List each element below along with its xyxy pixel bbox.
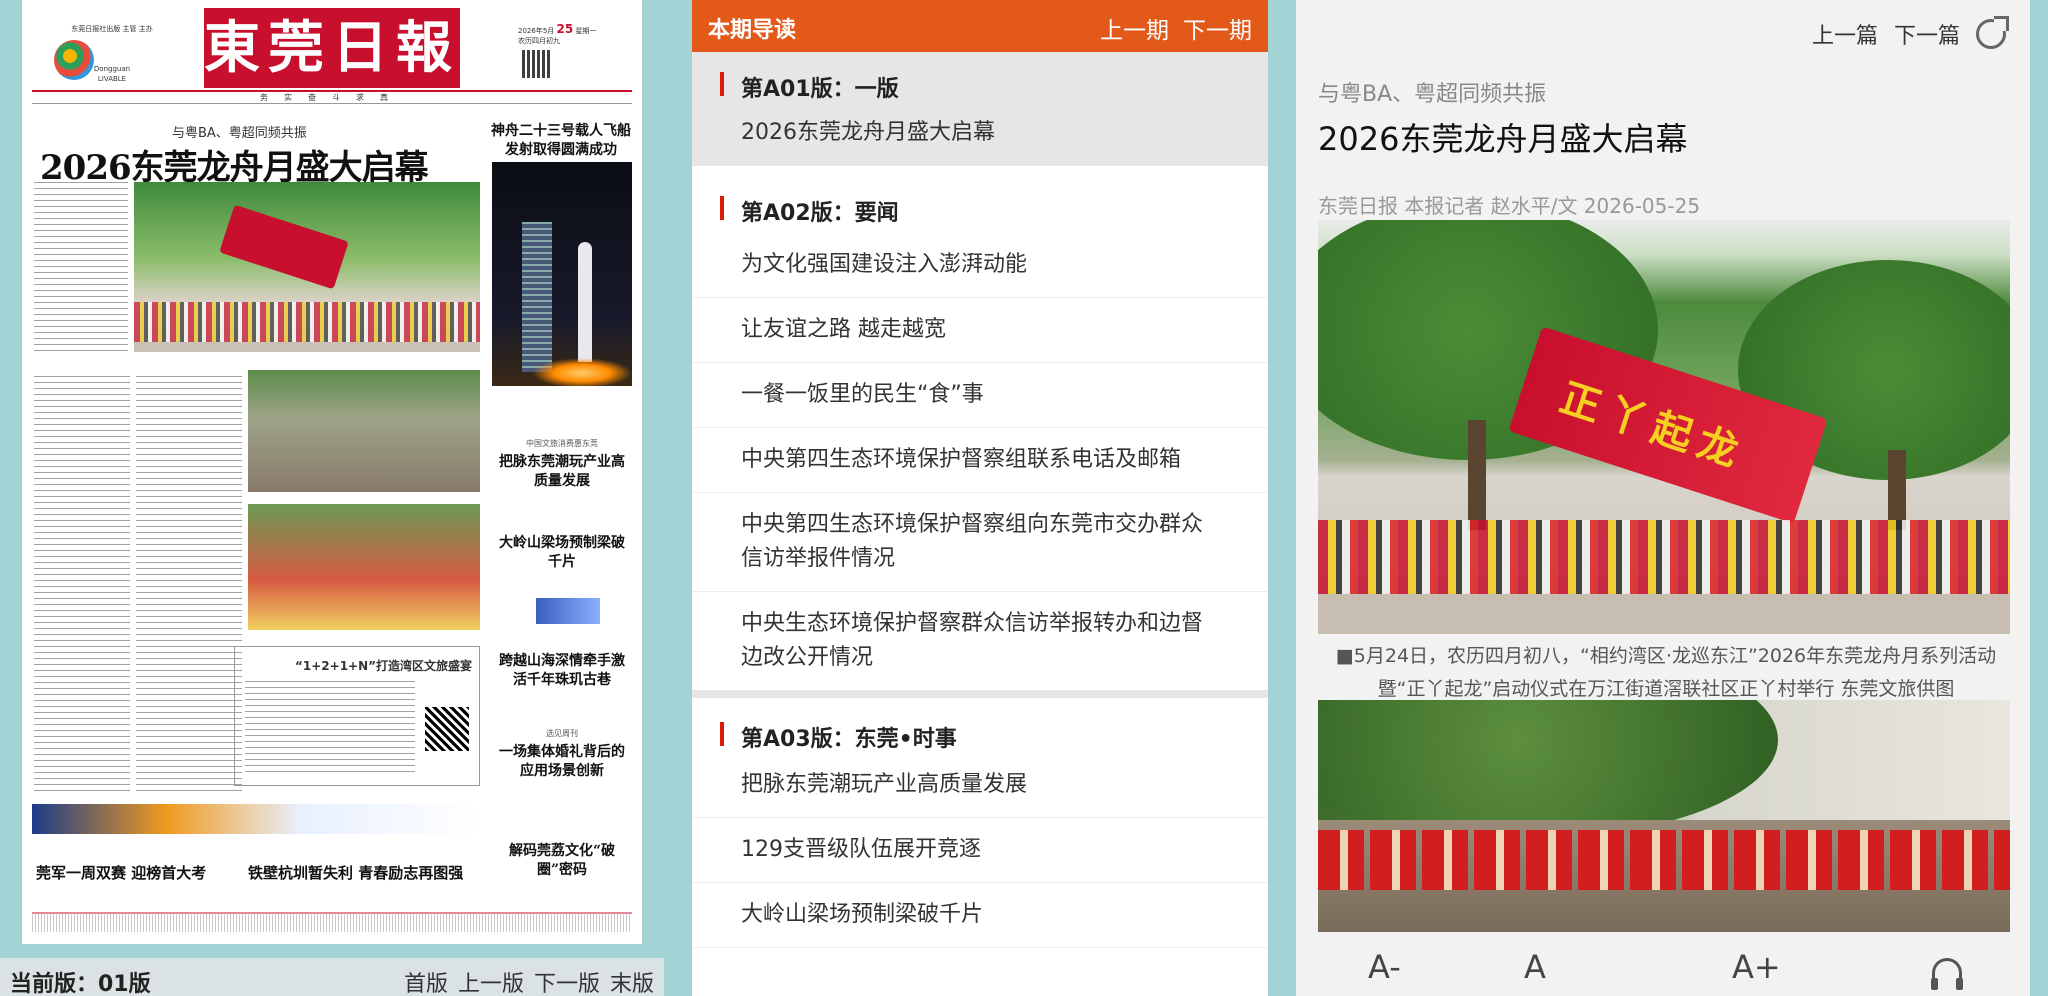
newspaper-logo: 東莞日報 bbox=[204, 8, 460, 88]
toc-article-item[interactable]: 大岭山梁场预制梁破千片 bbox=[692, 883, 1268, 948]
article-nav: 上一篇 下一篇 bbox=[1812, 16, 2009, 50]
right-item-title: 把脉东莞潮玩产业高质量发展 bbox=[499, 454, 625, 489]
toc-section-title: 第A02版：要闻 bbox=[741, 201, 899, 226]
next-article-link[interactable]: 下一篇 bbox=[1894, 18, 1960, 50]
toc-article-item[interactable]: 2026东莞龙舟月盛大启幕 bbox=[692, 116, 1268, 166]
section-divider bbox=[692, 690, 1268, 698]
sports-banner-image[interactable] bbox=[32, 804, 480, 834]
box-text bbox=[245, 681, 415, 777]
toc-header: 本期导读 上一期 下一期 bbox=[692, 0, 1268, 52]
right-column-item[interactable]: 选见周刊 一场集体婚礼背后的应用场景创新 bbox=[494, 724, 630, 781]
default-font-button[interactable]: A bbox=[1524, 948, 1546, 986]
photo-caption: ■5月24日，农历四月初八，“相约湾区·龙巡东江”2026年东莞龙舟月系列活动暨… bbox=[1335, 645, 1997, 700]
next-page-link[interactable]: 下一版 bbox=[534, 966, 600, 996]
article-meta: 东莞日报 本报记者 赵水平/文 2026-05-25 bbox=[1318, 194, 1701, 218]
body-text-block bbox=[34, 182, 128, 352]
newspaper-masthead: 东莞日报社出版 主管 主办 Dongguan LIVABLE 東莞日報 2026… bbox=[32, 6, 632, 104]
right-column-item[interactable]: 解码莞荔文化“破圈”密码 bbox=[494, 842, 630, 880]
dragon-flag-text: 正丫起龙 bbox=[1554, 373, 1752, 478]
dragon-boat-ceremony-photo[interactable] bbox=[134, 182, 480, 352]
headphones-icon[interactable] bbox=[1931, 958, 1963, 990]
toc-article-item[interactable]: 为文化强国建设注入澎湃动能 bbox=[692, 248, 1268, 298]
newspaper-footer bbox=[32, 912, 632, 932]
toc-section-header[interactable]: 第A01版：一版 bbox=[692, 52, 1268, 116]
toc-article-item[interactable]: 中央第四生态环境保护督察组联系电话及邮箱 bbox=[692, 428, 1268, 493]
toc-section-header[interactable]: 第A02版：要闻 bbox=[692, 166, 1268, 248]
bottom-headline[interactable]: 铁壁杭圳暂失利 青春励志再图强 bbox=[248, 862, 463, 883]
right-item-title: 跨越山海深情牵手激活千年珠玑古巷 bbox=[499, 653, 625, 688]
newspaper-page-view[interactable]: 东莞日报社出版 主管 主办 Dongguan LIVABLE 東莞日報 2026… bbox=[22, 0, 642, 944]
body-text-block bbox=[136, 376, 242, 796]
toc-article-item[interactable]: 一餐一饭里的民生“食”事 bbox=[692, 363, 1268, 428]
masthead-info-right: 2026年5月 25 星期一 农历四月初九 bbox=[518, 22, 628, 46]
share-icon[interactable] bbox=[1976, 16, 2009, 49]
right-item-kicker: 中国文旅消费惠东莞 bbox=[526, 439, 598, 448]
toc-section: 第A01版：一版 2026东莞龙舟月盛大启幕 bbox=[692, 52, 1268, 166]
issue-nav: 上一期 下一期 bbox=[1100, 11, 1252, 45]
font-size-controls: A- A A+ bbox=[1296, 944, 2030, 996]
prev-issue-link[interactable]: 上一期 bbox=[1100, 11, 1169, 45]
right-column-item[interactable]: 跨越山海深情牵手激活千年珠玑古巷 bbox=[494, 652, 630, 690]
decrease-font-button[interactable]: A- bbox=[1368, 948, 1401, 986]
article-panel: 上一篇 下一篇 与粤BA、粤超同频共振 2026东莞龙舟月盛大启幕 东莞日报 本… bbox=[1296, 0, 2030, 996]
masthead-date: 2026年5月 bbox=[518, 27, 555, 35]
toc-title: 本期导读 bbox=[708, 18, 797, 43]
bottom-headline[interactable]: 莞军一周双赛 迎榜首大考 bbox=[36, 862, 206, 883]
toc-section-title: 第A03版：东莞•时事 bbox=[741, 727, 957, 752]
masthead-motto: 务实奋斗求真 bbox=[32, 90, 632, 104]
right-item-title: 大岭山梁场预制梁破千片 bbox=[499, 535, 625, 570]
masthead-qr-code bbox=[522, 50, 550, 78]
next-issue-link[interactable]: 下一期 bbox=[1183, 11, 1252, 45]
last-page-link[interactable]: 末版 bbox=[610, 966, 654, 996]
toc-section: 第A03版：东莞•时事 把脉东莞潮玩产业高质量发展 129支晋级队伍展开竞逐 大… bbox=[692, 698, 1268, 948]
prev-article-link[interactable]: 上一篇 bbox=[1812, 18, 1878, 50]
toc-article-item[interactable]: 中央第四生态环境保护督察组向东莞市交办群众信访举报件情况 bbox=[692, 493, 1268, 592]
toc-article-item[interactable]: 让友谊之路 越走越宽 bbox=[692, 298, 1268, 363]
body-text-block bbox=[34, 376, 130, 796]
right-item-title: 解码莞荔文化“破圈”密码 bbox=[508, 843, 616, 878]
toc-section-header[interactable]: 第A03版：东莞•时事 bbox=[692, 698, 1268, 768]
masthead-day: 25 bbox=[556, 22, 574, 36]
toc-section-title: 第A01版：一版 bbox=[741, 77, 899, 102]
right-column-item[interactable]: 中国文旅消费惠东莞 把脉东莞潮玩产业高质量发展 bbox=[494, 434, 630, 491]
rocket-launch-photo[interactable] bbox=[492, 162, 632, 386]
first-page-link[interactable]: 首版 bbox=[404, 966, 448, 996]
toc-section: 第A02版：要闻 为文化强国建设注入澎湃动能 让友谊之路 越走越宽 一餐一饭里的… bbox=[692, 166, 1268, 690]
article-title: 2026东莞龙舟月盛大启幕 bbox=[1318, 120, 1688, 158]
photo-rowers bbox=[1318, 830, 2010, 890]
article-second-photo[interactable] bbox=[1318, 700, 2010, 932]
masthead-info-line: 东莞日报社出版 主管 主办 bbox=[71, 25, 153, 33]
section-marker bbox=[720, 196, 724, 220]
masthead-weekday: 星期一 bbox=[575, 27, 597, 35]
masthead-lunar-date: 农历四月初九 bbox=[518, 37, 560, 45]
dragon-dance-photo[interactable] bbox=[248, 504, 480, 630]
page-nav-links: 首版 上一版 下一版 末版 bbox=[404, 966, 654, 996]
table-of-contents-panel: 本期导读 上一期 下一期 第A01版：一版 2026东莞龙舟月盛大启幕 第A02… bbox=[692, 0, 1268, 996]
front-sub-headline: 与粤BA、粤超同频共振 bbox=[172, 126, 307, 141]
city-logo-icon bbox=[54, 40, 94, 80]
right-item-kicker: 选见周刊 bbox=[546, 729, 578, 738]
prev-page-link[interactable]: 上一版 bbox=[458, 966, 524, 996]
article-main-photo[interactable]: 正丫起龙 bbox=[1318, 220, 2010, 634]
rowers-photo[interactable] bbox=[248, 370, 480, 492]
increase-font-button[interactable]: A+ bbox=[1732, 948, 1781, 986]
box-qr-code bbox=[425, 707, 469, 751]
toc-article-item[interactable]: 129支晋级队伍展开竞逐 bbox=[692, 818, 1268, 883]
toc-article-item[interactable]: 把脉东莞潮玩产业高质量发展 bbox=[692, 768, 1268, 818]
article-pre-title: 与粤BA、粤超同频共振 bbox=[1318, 82, 1547, 107]
right-column-item[interactable]: 大岭山梁场预制梁破千片 bbox=[494, 534, 630, 572]
section-marker bbox=[720, 72, 724, 96]
current-page-label: 当前版：01版 bbox=[10, 972, 151, 996]
side-headline[interactable]: 神舟二十三号载人飞船发射取得圆满成功 bbox=[490, 122, 632, 160]
box-title: “1+2+1+N”打造湾区文旅盛宴 bbox=[295, 659, 473, 673]
page-navigation-bar: 当前版：01版 首版 上一版 下一版 末版 bbox=[0, 958, 664, 996]
right-item-title: 一场集体婚礼背后的应用场景创新 bbox=[499, 744, 625, 779]
toc-article-item[interactable]: 中央生态环境保护督察群众信访举报转办和边督边改公开情况 bbox=[692, 592, 1268, 690]
section-marker bbox=[720, 722, 724, 746]
right-column-badge-image bbox=[536, 598, 600, 624]
culture-tourism-box[interactable]: “1+2+1+N”打造湾区文旅盛宴 bbox=[234, 646, 480, 786]
